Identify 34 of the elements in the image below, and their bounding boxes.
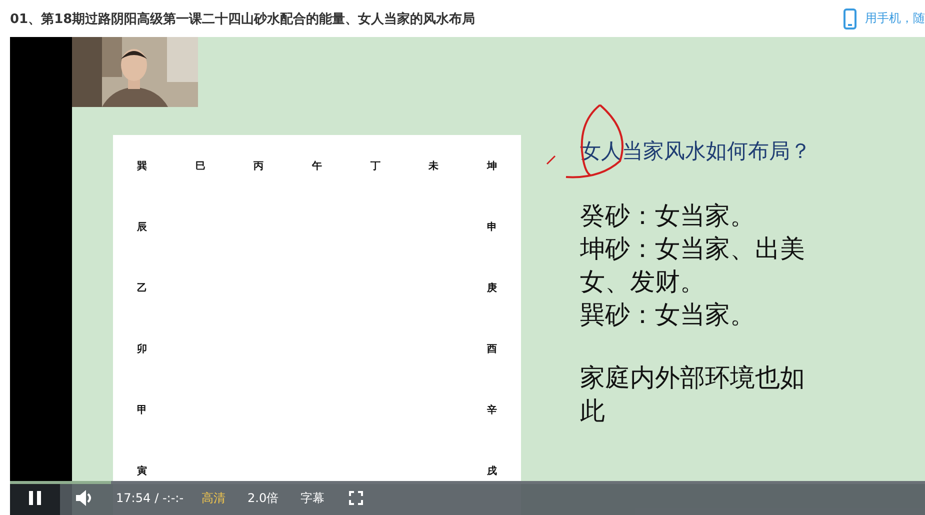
slide-text: 癸砂：女当家。 (580, 200, 756, 232)
subtitles-button[interactable]: 字幕 (300, 490, 325, 506)
compass-character: 酉 (486, 342, 497, 356)
mobile-link[interactable]: 用手机，随 (865, 10, 925, 27)
fullscreen-icon[interactable] (348, 491, 363, 505)
slide-text: 家庭内外部环境也如此 (580, 362, 806, 427)
slide-text: 巽砂：女当家。 (580, 299, 756, 331)
compass-character: 辛 (486, 403, 497, 416)
quality-button[interactable]: 高清 (202, 490, 226, 506)
speed-button[interactable]: 2.0倍 (248, 490, 279, 506)
current-time: 17:54 (116, 491, 151, 505)
compass-character: 坤 (486, 160, 497, 172)
pause-button[interactable] (10, 481, 60, 515)
compass-character: 巳 (195, 160, 206, 172)
compass-character: 乙 (137, 282, 148, 294)
compass-character: 戌 (486, 464, 497, 478)
duration: / -:-:- (154, 491, 184, 505)
compass-character: 丙 (254, 160, 264, 172)
compass-character: 午 (312, 160, 322, 172)
phone-icon[interactable] (843, 8, 857, 30)
pen-mark (546, 155, 556, 165)
slide-text: 坤砂：女当家、出美女、发财。 (580, 233, 806, 298)
compass-character: 卯 (137, 342, 148, 356)
video-title: 01、第18期过路阴阳高级第一课二十四山砂水配合的能量、女人当家的风水布局 (10, 10, 476, 28)
compass-character: 甲 (137, 404, 148, 416)
compass-character: 辰 (137, 220, 148, 234)
pause-icon (29, 491, 41, 505)
compass-character: 申 (486, 220, 497, 234)
compass-character: 寅 (137, 464, 148, 478)
volume-icon[interactable] (76, 490, 94, 506)
compass-character: 丁 (370, 160, 380, 172)
compass-character: 巽 (137, 160, 148, 172)
compass-character: 未 (428, 160, 439, 172)
compass-character: 庚 (486, 281, 497, 294)
